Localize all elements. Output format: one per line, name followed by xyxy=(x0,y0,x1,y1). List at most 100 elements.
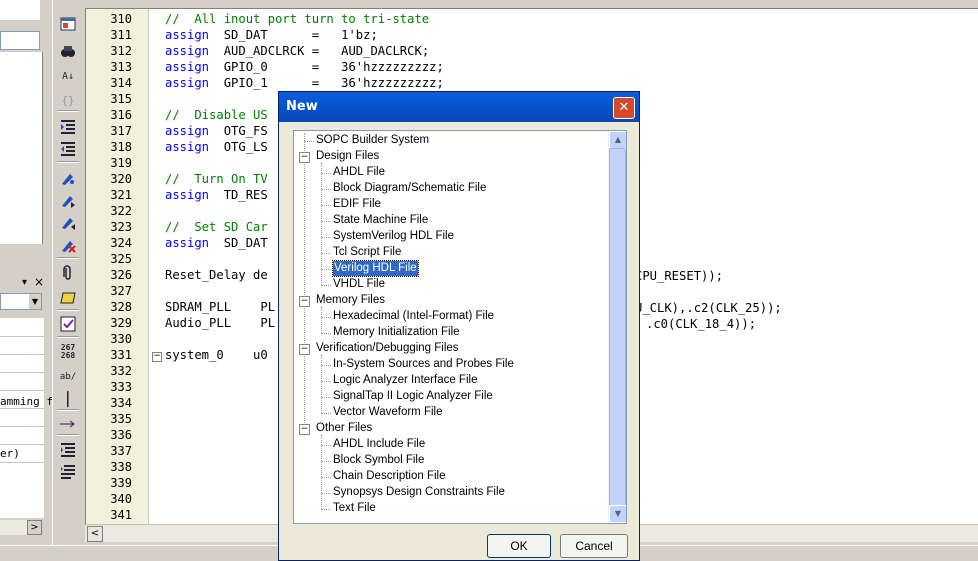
bookmark-icon[interactable] xyxy=(57,168,79,188)
tree-group[interactable]: Memory Files xyxy=(316,293,385,308)
code-text: SD_DAT xyxy=(209,236,268,250)
code-text: OTG_FS xyxy=(209,124,268,138)
code-line: // Set SD Car xyxy=(165,219,268,235)
tree-item[interactable]: SystemVerilog HDL File xyxy=(333,229,454,244)
line-number: 333 xyxy=(110,380,132,394)
fold-marker[interactable]: − xyxy=(152,352,162,362)
code-keyword: assign xyxy=(165,44,210,58)
code-text: Audio_PLL PL xyxy=(165,316,276,330)
tree-group[interactable]: Verification/Debugging Files xyxy=(316,341,459,356)
arrow-icon[interactable] xyxy=(57,414,79,434)
bookmark-next-icon[interactable] xyxy=(57,190,79,210)
line-number: 310 xyxy=(110,12,132,26)
indent-icon[interactable] xyxy=(57,117,79,137)
line-number: 337 xyxy=(110,444,132,458)
tree-item[interactable]: VHDL File xyxy=(333,277,385,292)
tree-vscroll[interactable]: ▲ ▼ xyxy=(608,131,626,523)
expand-toggle[interactable]: − xyxy=(299,424,310,435)
line-number: 328 xyxy=(110,300,132,314)
ab-icon[interactable]: ab/ xyxy=(57,367,79,387)
code-line: // Turn On TV xyxy=(165,171,268,187)
tree-item[interactable]: AHDL Include File xyxy=(333,437,425,452)
navigator-input[interactable] xyxy=(0,31,40,50)
line-number: 341 xyxy=(110,508,132,522)
line-number: 323 xyxy=(110,220,132,234)
tree-item[interactable]: Chain Description File xyxy=(333,469,446,484)
tree-item[interactable]: Vector Waveform File xyxy=(333,405,443,420)
line-number: 340 xyxy=(110,492,132,506)
code-line: assign GPIO_0 = 36'hzzzzzzzzz; xyxy=(165,59,444,75)
line-number: 324 xyxy=(110,236,132,250)
tree-item[interactable]: Block Diagram/Schematic File xyxy=(333,181,486,196)
scroll-down-button[interactable]: ▼ xyxy=(609,505,626,523)
scroll-up-button[interactable]: ▲ xyxy=(609,131,626,149)
find-icon[interactable] xyxy=(57,41,79,61)
list-icon[interactable] xyxy=(57,440,79,460)
expand-toggle[interactable]: − xyxy=(299,344,310,355)
line-number: 334 xyxy=(110,396,132,410)
swap-icon[interactable] xyxy=(57,462,79,482)
code-line: assign SD_DAT xyxy=(165,235,268,251)
attach-icon[interactable] xyxy=(57,263,79,283)
tree-item[interactable]: Logic Analyzer Interface File xyxy=(333,373,477,388)
cancel-button[interactable]: Cancel xyxy=(560,534,628,558)
scroll-left-button[interactable]: < xyxy=(87,526,103,542)
line-number: 316 xyxy=(110,108,132,122)
dialog-title-bar[interactable]: New ✕ xyxy=(279,92,639,122)
line-number: 320 xyxy=(110,172,132,186)
close-icon[interactable]: ✕ xyxy=(613,97,635,119)
chevron-down-icon[interactable]: ▼ xyxy=(29,294,41,309)
pin-icon[interactable]: ▾ xyxy=(22,277,27,288)
message-list[interactable] xyxy=(0,318,44,518)
close-icon[interactable]: × xyxy=(34,275,44,289)
tree-item[interactable]: EDIF File xyxy=(333,197,381,212)
tree-item[interactable]: Verilog HDL File xyxy=(332,260,419,277)
expand-toggle[interactable]: − xyxy=(299,296,310,307)
tree-item[interactable]: Memory Initialization File xyxy=(333,325,460,340)
code-text: GPIO_0 = 36'hzzzzzzzzz; xyxy=(209,60,444,74)
line-number: 314 xyxy=(110,76,132,90)
insert-template-icon[interactable] xyxy=(57,314,79,334)
tree-item[interactable]: Block Symbol File xyxy=(333,453,424,468)
tree-item[interactable]: SignalTap II Logic Analyzer File xyxy=(333,389,493,404)
code-keyword: assign xyxy=(165,236,210,250)
tree-group[interactable]: SOPC Builder System xyxy=(316,133,429,148)
tree-group[interactable]: Other Files xyxy=(316,421,372,436)
code-keyword: assign xyxy=(165,188,210,202)
navigator-tree[interactable] xyxy=(0,52,43,244)
panel-dropdown[interactable]: ▼ xyxy=(0,293,42,310)
new-file-icon[interactable] xyxy=(57,14,79,34)
tree-item[interactable]: AHDL File xyxy=(333,165,385,180)
file-type-tree[interactable]: SOPC Builder System Design Files − AHDL Fil… xyxy=(293,130,627,524)
navigator-list-top[interactable] xyxy=(0,0,40,20)
scroll-right-button[interactable]: > xyxy=(27,520,42,535)
tree-item[interactable]: Tcl Script File xyxy=(333,245,401,260)
message-text: amming f xyxy=(0,395,53,408)
tree-item[interactable]: Hexadecimal (Intel-Format) File xyxy=(333,309,494,324)
code-keyword: assign xyxy=(165,124,210,138)
replace-icon[interactable]: A↓ xyxy=(57,66,79,86)
line-number: 330 xyxy=(110,332,132,346)
bookmark-clear-icon[interactable] xyxy=(57,235,79,255)
tree-item[interactable]: Synopsys Design Constraints File xyxy=(333,485,505,500)
expand-toggle[interactable]: − xyxy=(299,152,310,163)
bookmark-prev-icon[interactable] xyxy=(57,212,79,232)
braces-icon[interactable]: {} xyxy=(57,90,79,110)
panel-hscroll[interactable]: > xyxy=(0,520,42,535)
code-comment: // Set SD Car xyxy=(165,220,268,234)
tree-item[interactable]: State Machine File xyxy=(333,213,428,228)
message-text: er) xyxy=(0,447,20,460)
code-text: system_0 u0 xyxy=(165,348,268,362)
ok-button[interactable]: OK xyxy=(487,534,551,558)
unindent-icon[interactable] xyxy=(57,139,79,159)
line-number: 313 xyxy=(110,60,132,74)
line-number-icon[interactable]: 267 268 xyxy=(57,342,79,362)
tree-item[interactable]: Text File xyxy=(333,501,376,516)
line-number: 318 xyxy=(110,140,132,154)
code-line: SDRAM_PLL PL xyxy=(165,299,275,315)
scroll-thumb[interactable] xyxy=(609,148,626,506)
insert-block-icon[interactable] xyxy=(57,288,79,308)
line-icon[interactable] xyxy=(57,389,79,409)
tree-item[interactable]: In-System Sources and Probes File xyxy=(333,357,514,372)
tree-group[interactable]: Design Files xyxy=(316,149,379,164)
